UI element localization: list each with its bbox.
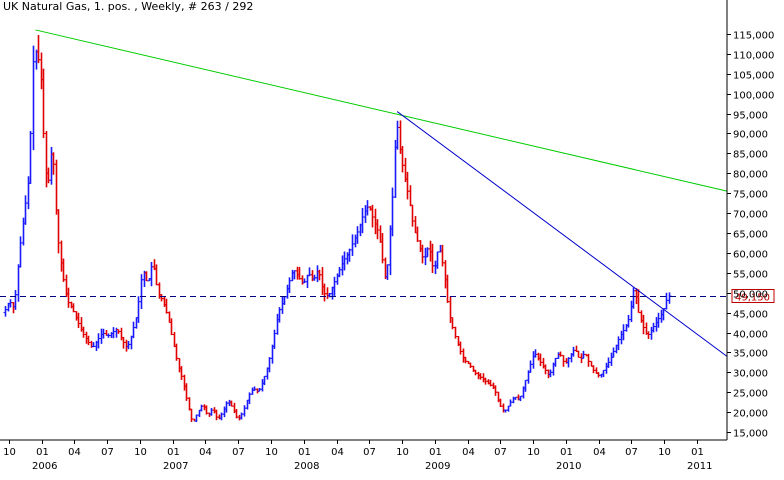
y-axis: 15,000 20,000 25,000 30,000 35,000 40,000 45,0… [726, 0, 774, 440]
y-tick-label: 15,000 [733, 429, 768, 440]
x-tick-label: 01 [560, 447, 573, 458]
y-tick-label: 85,000 [733, 150, 768, 161]
x-tick-label: 01 [167, 447, 180, 458]
x-tick-label: 04 [331, 447, 344, 458]
y-tick-label: 40,000 [733, 330, 768, 341]
x-year-label: 2008 [294, 461, 319, 472]
y-tick-label: 60,000 [733, 250, 768, 261]
x-tick-label: 01 [36, 447, 49, 458]
x-year-label: 2006 [32, 461, 57, 472]
x-tick-label: 10 [134, 447, 147, 458]
plot-area [3, 35, 672, 423]
y-tick-label: 65,000 [733, 230, 768, 241]
y-tick-label: 70,000 [733, 210, 768, 221]
x-axis: 10 01 04 07 10 01 04 07 10 01 04 07 10 01 04 07 10 01 04 07… [0, 439, 727, 472]
x-tick-label: 01 [691, 447, 704, 458]
y-tick-label: 45,000 [733, 310, 768, 321]
y-tick-label: 25,000 [733, 389, 768, 400]
x-tick-label: 01 [298, 447, 311, 458]
x-tick-label: 10 [3, 447, 16, 458]
y-tick-label: 95,000 [733, 111, 768, 122]
y-tick-label: 80,000 [733, 170, 768, 181]
y-tick-label: 110,000 [733, 51, 774, 62]
x-tick-label: 10 [396, 447, 409, 458]
x-tick-label: 07 [625, 447, 638, 458]
y-tick-label: 100,000 [733, 91, 774, 102]
y-tick-label: 20,000 [733, 409, 768, 420]
y-tick-label: 105,000 [733, 71, 774, 82]
x-tick-label: 10 [658, 447, 671, 458]
x-year-label: 2010 [556, 461, 581, 472]
y-tick-label: 75,000 [733, 190, 768, 201]
x-tick-label: 04 [593, 447, 606, 458]
x-tick-label: 07 [101, 447, 114, 458]
y-tick-label: 30,000 [733, 369, 768, 380]
green-trendline [35, 29, 728, 192]
y-tick-label: 90,000 [733, 130, 768, 141]
current-price-line: 49,150 [0, 289, 775, 304]
x-tick-label: 10 [527, 447, 540, 458]
x-year-label: 2009 [425, 461, 450, 472]
y-tick-label: 55,000 [733, 270, 768, 281]
x-tick-label: 07 [494, 447, 507, 458]
x-year-label: 2007 [163, 461, 188, 472]
x-tick-label: 07 [232, 447, 245, 458]
x-tick-label: 01 [429, 447, 442, 458]
x-tick-label: 07 [363, 447, 376, 458]
y-tick-label: 50,000 [733, 290, 768, 301]
x-tick-label: 04 [462, 447, 475, 458]
blue-trendline [396, 111, 728, 357]
x-tick-label: 04 [68, 447, 81, 458]
y-tick-label: 35,000 [733, 349, 768, 360]
x-tick-label: 10 [265, 447, 278, 458]
chart-svg: 49,150 15,000 20,000 25,000 30,000 35,000 40,… [0, 0, 775, 472]
x-tick-label: 04 [199, 447, 212, 458]
y-tick-label: 115,000 [733, 31, 774, 42]
x-year-label: 2011 [687, 461, 712, 472]
